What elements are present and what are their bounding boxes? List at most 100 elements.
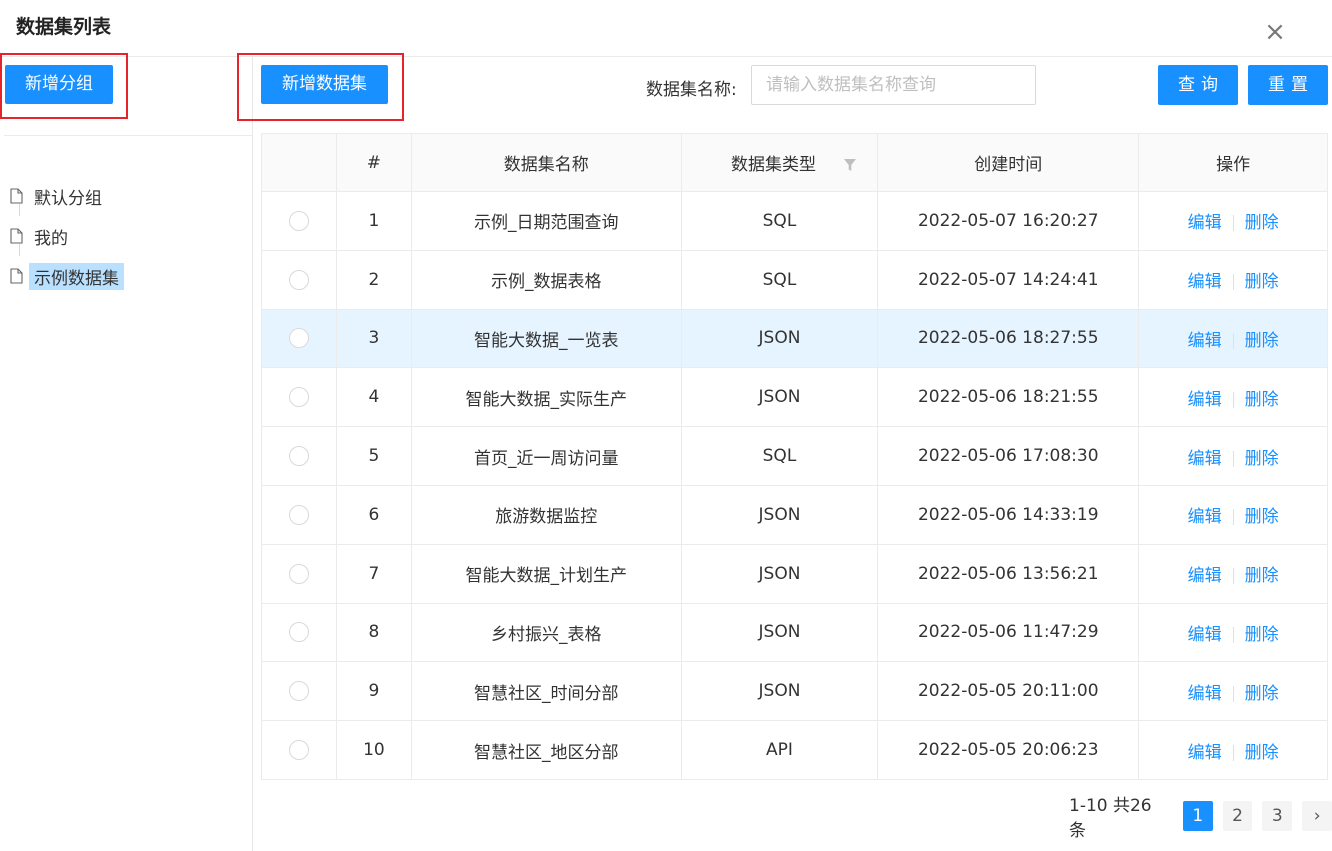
- column-header-name: 数据集名称: [410, 133, 682, 192]
- filter-icon[interactable]: [843, 159, 856, 171]
- row-select-cell: [261, 720, 337, 780]
- row-radio[interactable]: [288, 328, 309, 349]
- row-radio[interactable]: [288, 387, 309, 408]
- row-name: 旅游数据监控: [410, 484, 682, 545]
- action-divider: [1232, 744, 1234, 761]
- row-radio[interactable]: [288, 446, 309, 467]
- reset-button[interactable]: 重置: [1248, 65, 1328, 105]
- row-radio[interactable]: [288, 622, 309, 643]
- action-divider: [1232, 332, 1234, 349]
- table-row[interactable]: 2 示例_数据表格 SQL 2022-05-07 14:24:41 编辑 删除: [261, 249, 1328, 310]
- column-header-created: 创建时间: [877, 133, 1140, 192]
- row-type: API: [680, 720, 879, 780]
- tree-item-label: 默认分组: [34, 188, 102, 209]
- edit-link[interactable]: 编辑: [1188, 684, 1222, 704]
- edit-link[interactable]: 编辑: [1188, 213, 1222, 233]
- row-name: 智慧社区_时间分部: [410, 661, 682, 722]
- next-page-icon[interactable]: ›: [1302, 801, 1332, 831]
- row-index: 4: [335, 367, 412, 428]
- table-row[interactable]: 9 智慧社区_时间分部 JSON 2022-05-05 20:11:00 编辑 删…: [261, 661, 1328, 722]
- row-radio[interactable]: [288, 504, 309, 525]
- edit-link[interactable]: 编辑: [1188, 507, 1222, 527]
- delete-link[interactable]: 删除: [1245, 449, 1279, 469]
- dataset-table: # 数据集名称 数据集类型 创建时间 操作 1 示例_日期范围查询 SQL 20…: [261, 133, 1328, 780]
- tree-item-default-group[interactable]: 默认分组: [10, 176, 124, 216]
- edit-link[interactable]: 编辑: [1188, 272, 1222, 292]
- row-select-cell: [261, 191, 337, 251]
- column-header-index: #: [335, 133, 412, 192]
- edit-link[interactable]: 编辑: [1188, 625, 1222, 645]
- edit-link[interactable]: 编辑: [1188, 390, 1222, 410]
- delete-link[interactable]: 删除: [1245, 331, 1279, 351]
- page-button-3[interactable]: 3: [1262, 801, 1293, 831]
- dialog-title: 数据集列表: [16, 16, 112, 38]
- row-actions: 编辑 删除: [1138, 602, 1328, 663]
- row-radio[interactable]: [288, 681, 309, 702]
- row-created: 2022-05-06 18:21:55: [877, 367, 1140, 428]
- pagination-total: 1-10 共26条: [1069, 796, 1152, 841]
- close-icon[interactable]: ×: [1262, 19, 1288, 45]
- row-name: 智能大数据_计划生产: [410, 543, 682, 604]
- search-label: 数据集名称:: [646, 80, 737, 100]
- delete-link[interactable]: 删除: [1245, 272, 1279, 292]
- delete-link[interactable]: 删除: [1245, 566, 1279, 586]
- row-index: 6: [335, 484, 412, 545]
- delete-link[interactable]: 删除: [1245, 213, 1279, 233]
- row-name: 首页_近一周访问量: [410, 426, 682, 486]
- row-name: 乡村振兴_表格: [410, 602, 682, 663]
- row-select-cell: [261, 249, 337, 310]
- tree-item-label: 示例数据集: [29, 262, 124, 290]
- row-select-cell: [261, 543, 337, 604]
- row-radio[interactable]: [288, 563, 309, 584]
- row-index: 2: [335, 249, 412, 310]
- row-index: 3: [335, 308, 412, 369]
- table-row[interactable]: 1 示例_日期范围查询 SQL 2022-05-07 16:20:27 编辑 删除: [261, 191, 1328, 251]
- tree-item-sample-datasets[interactable]: 示例数据集: [10, 256, 124, 296]
- file-icon: [10, 188, 23, 204]
- row-actions: 编辑 删除: [1138, 367, 1328, 428]
- table-row[interactable]: 6 旅游数据监控 JSON 2022-05-06 14:33:19 编辑 删除: [261, 484, 1328, 545]
- table-row[interactable]: 5 首页_近一周访问量 SQL 2022-05-06 17:08:30 编辑 删除: [261, 426, 1328, 486]
- tree-item-mine[interactable]: 我的: [10, 216, 124, 256]
- edit-link[interactable]: 编辑: [1188, 331, 1222, 351]
- search-input[interactable]: [751, 65, 1036, 105]
- row-created: 2022-05-05 20:11:00: [877, 661, 1140, 722]
- row-type: JSON: [680, 308, 879, 369]
- row-actions: 编辑 删除: [1138, 543, 1328, 604]
- page-button-2[interactable]: 2: [1222, 801, 1253, 831]
- column-header-actions: 操作: [1138, 133, 1328, 192]
- row-index: 9: [335, 661, 412, 722]
- group-sidebar: 新增分组 默认分组 我的 示例数据集: [0, 53, 253, 851]
- file-icon: [10, 228, 23, 244]
- row-type: JSON: [680, 367, 879, 428]
- row-created: 2022-05-06 11:47:29: [877, 602, 1140, 663]
- row-name: 智慧社区_地区分部: [410, 720, 682, 780]
- delete-link[interactable]: 删除: [1245, 684, 1279, 704]
- query-button[interactable]: 查询: [1158, 65, 1238, 105]
- row-index: 10: [335, 720, 412, 780]
- pagination: 1-10 共26条 1 2 3 ›: [1069, 796, 1332, 841]
- row-created: 2022-05-06 18:27:55: [877, 308, 1140, 369]
- row-type: JSON: [680, 484, 879, 545]
- page-button-1[interactable]: 1: [1182, 801, 1213, 831]
- delete-link[interactable]: 删除: [1245, 743, 1279, 763]
- row-select-cell: [261, 484, 337, 545]
- table-row[interactable]: 7 智能大数据_计划生产 JSON 2022-05-06 13:56:21 编辑…: [261, 543, 1328, 604]
- delete-link[interactable]: 删除: [1245, 625, 1279, 645]
- row-actions: 编辑 删除: [1138, 484, 1328, 545]
- edit-link[interactable]: 编辑: [1188, 743, 1222, 763]
- row-radio[interactable]: [288, 210, 309, 231]
- delete-link[interactable]: 删除: [1245, 507, 1279, 527]
- table-row-hovered[interactable]: 3 智能大数据_一览表 JSON 2022-05-06 18:27:55 编辑 删…: [261, 308, 1328, 369]
- delete-link[interactable]: 删除: [1245, 390, 1279, 410]
- table-row[interactable]: 4 智能大数据_实际生产 JSON 2022-05-06 18:21:55 编辑…: [261, 367, 1328, 428]
- table-row[interactable]: 8 乡村振兴_表格 JSON 2022-05-06 11:47:29 编辑 删除: [261, 602, 1328, 663]
- row-radio[interactable]: [288, 740, 309, 761]
- edit-link[interactable]: 编辑: [1188, 449, 1222, 469]
- action-divider: [1232, 215, 1234, 232]
- table-row[interactable]: 10 智慧社区_地区分部 API 2022-05-05 20:06:23 编辑 删…: [261, 720, 1328, 780]
- row-type: JSON: [680, 602, 879, 663]
- row-radio[interactable]: [288, 269, 309, 290]
- edit-link[interactable]: 编辑: [1188, 566, 1222, 586]
- row-select-cell: [261, 367, 337, 428]
